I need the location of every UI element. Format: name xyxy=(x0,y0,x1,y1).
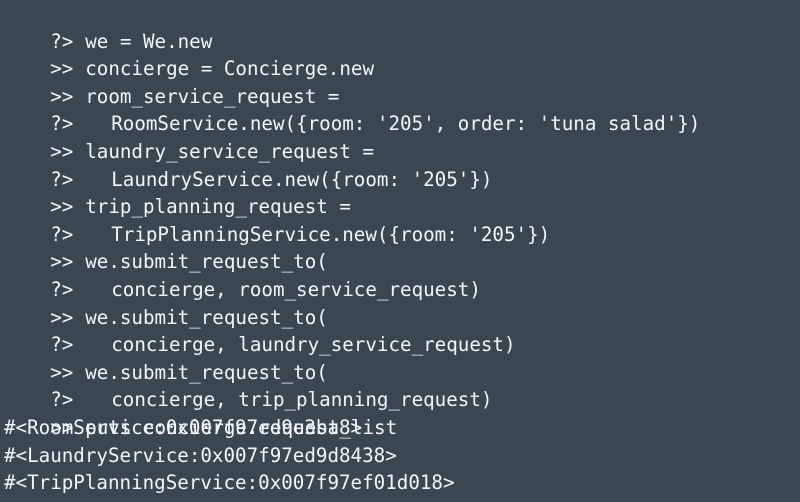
code-text: we.submit_request_to( xyxy=(85,305,328,329)
terminal-window[interactable]: ?> we = We.new >> concierge = Concierge.ne… xyxy=(0,0,800,502)
code-text: concierge, laundry_service_request) xyxy=(111,333,516,357)
prompt-marker: >> xyxy=(50,305,74,329)
code-text: LaundryService.new({room: '205'}) xyxy=(111,167,493,191)
code-text: concierge = Concierge.new xyxy=(85,57,375,81)
output-line: #<TripPlanningService:0x007f97ef01d018> xyxy=(4,471,455,495)
prompt-marker: ?> xyxy=(50,112,74,136)
prompt-marker: ?> xyxy=(50,222,74,246)
code-text: concierge, room_service_request) xyxy=(111,277,481,301)
code-text: room_service_request = xyxy=(85,84,340,108)
prompt-marker: ?> xyxy=(50,333,74,357)
prompt-marker: >> xyxy=(50,139,74,163)
code-text: we = We.new xyxy=(85,29,213,53)
prompt-marker: >> xyxy=(50,360,74,384)
prompt-marker: ?> xyxy=(50,29,74,53)
prompt-marker: >> xyxy=(50,250,74,274)
prompt-marker: ?> xyxy=(50,388,74,412)
code-text: trip_planning_request = xyxy=(85,195,351,219)
prompt-marker: >> xyxy=(50,84,74,108)
prompt-marker: >> xyxy=(50,195,74,219)
code-text: concierge, trip_planning_request) xyxy=(111,388,493,412)
code-text: we.submit_request_to( xyxy=(85,360,328,384)
code-text: we.submit_request_to( xyxy=(85,250,328,274)
code-text: TripPlanningService.new({room: '205'}) xyxy=(111,222,551,246)
code-text: RoomService.new({room: '205', order: 'tu… xyxy=(111,112,701,136)
code-text: laundry_service_request = xyxy=(85,139,375,163)
terminal-line: ?> we = We.new xyxy=(4,0,800,53)
prompt-marker: ?> xyxy=(50,277,74,301)
output-line: #<RoomService:0x007f97ed9e3ba8> xyxy=(4,415,363,439)
prompt-marker: ?> xyxy=(50,167,74,191)
prompt-marker: >> xyxy=(50,57,74,81)
output-line: #<LaundryService:0x007f97ed9d8438> xyxy=(4,443,397,467)
